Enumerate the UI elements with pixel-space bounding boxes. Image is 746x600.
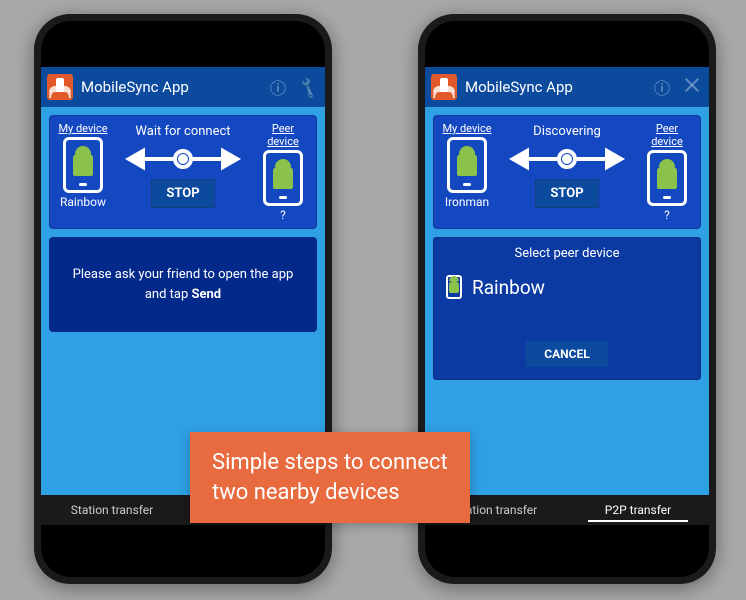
app-logo-icon (47, 74, 73, 100)
instruction-panel: Please ask your friend to open the app a… (49, 237, 317, 332)
peer-list-item[interactable]: Rainbow (444, 269, 690, 317)
stop-button[interactable]: STOP (151, 179, 214, 208)
peer-device-label: Peer device (256, 122, 310, 148)
banner-line2: two nearby devices (212, 478, 448, 508)
app-logo-icon (431, 74, 457, 100)
android-icon (73, 154, 93, 176)
dialog-title: Select peer device (444, 246, 690, 261)
app-bar: MobileSync App ⓘ 🔧 (41, 67, 325, 107)
peer-device-name: ? (256, 208, 310, 222)
peer-device-col: Peer device ? (640, 122, 694, 222)
caption-banner: Simple steps to connect two nearby devic… (190, 432, 470, 523)
peer-device-col: Peer device ? (256, 122, 310, 222)
app-bar: MobileSync App ⓘ (425, 67, 709, 107)
my-device-name: Rainbow (56, 195, 110, 209)
app-title: MobileSync App (81, 78, 259, 96)
instruction-text: Please ask your friend to open the app a… (73, 267, 294, 302)
my-device-label: My device (56, 122, 110, 135)
status-column: Wait for connect (110, 122, 256, 208)
peer-device-name: ? (640, 208, 694, 222)
connection-arrows-icon (494, 145, 640, 173)
select-peer-dialog: Select peer device Rainbow CANCEL (433, 237, 701, 380)
android-icon (457, 154, 477, 176)
banner-line1: Simple steps to connect (212, 448, 448, 478)
android-icon (449, 281, 459, 293)
my-device-icon (447, 137, 487, 193)
android-icon (273, 167, 293, 189)
status-text: Discovering (494, 124, 640, 139)
peer-device-label: Peer device (640, 122, 694, 148)
cancel-button[interactable]: CANCEL (526, 341, 607, 367)
info-icon[interactable]: ⓘ (651, 75, 673, 99)
tab-station-transfer[interactable]: Station transfer (41, 495, 183, 525)
instruction-bold: Send (192, 287, 222, 302)
app-title: MobileSync App (465, 78, 643, 96)
my-device-label: My device (440, 122, 494, 135)
connection-panel: My device Ironman Discovering (433, 115, 701, 229)
settings-wrench-icon[interactable]: 🔧 (297, 78, 319, 97)
device-icon (446, 275, 462, 299)
stop-button[interactable]: STOP (535, 179, 598, 208)
peer-device-icon (263, 150, 303, 206)
android-icon (657, 167, 677, 189)
status-column: Discovering (494, 122, 640, 208)
connection-arrows-icon (110, 145, 256, 173)
my-device-col: My device Ironman (440, 122, 494, 209)
connection-panel: My device Rainbow Wait for connect (49, 115, 317, 229)
my-device-icon (63, 137, 103, 193)
settings-tools-icon[interactable] (681, 75, 703, 99)
info-icon[interactable]: ⓘ (267, 75, 289, 99)
my-device-col: My device Rainbow (56, 122, 110, 209)
peer-device-icon (647, 150, 687, 206)
my-device-name: Ironman (440, 195, 494, 209)
status-text: Wait for connect (110, 124, 256, 139)
peer-name: Rainbow (472, 276, 545, 299)
tab-p2p-transfer[interactable]: P2P transfer (567, 495, 709, 525)
